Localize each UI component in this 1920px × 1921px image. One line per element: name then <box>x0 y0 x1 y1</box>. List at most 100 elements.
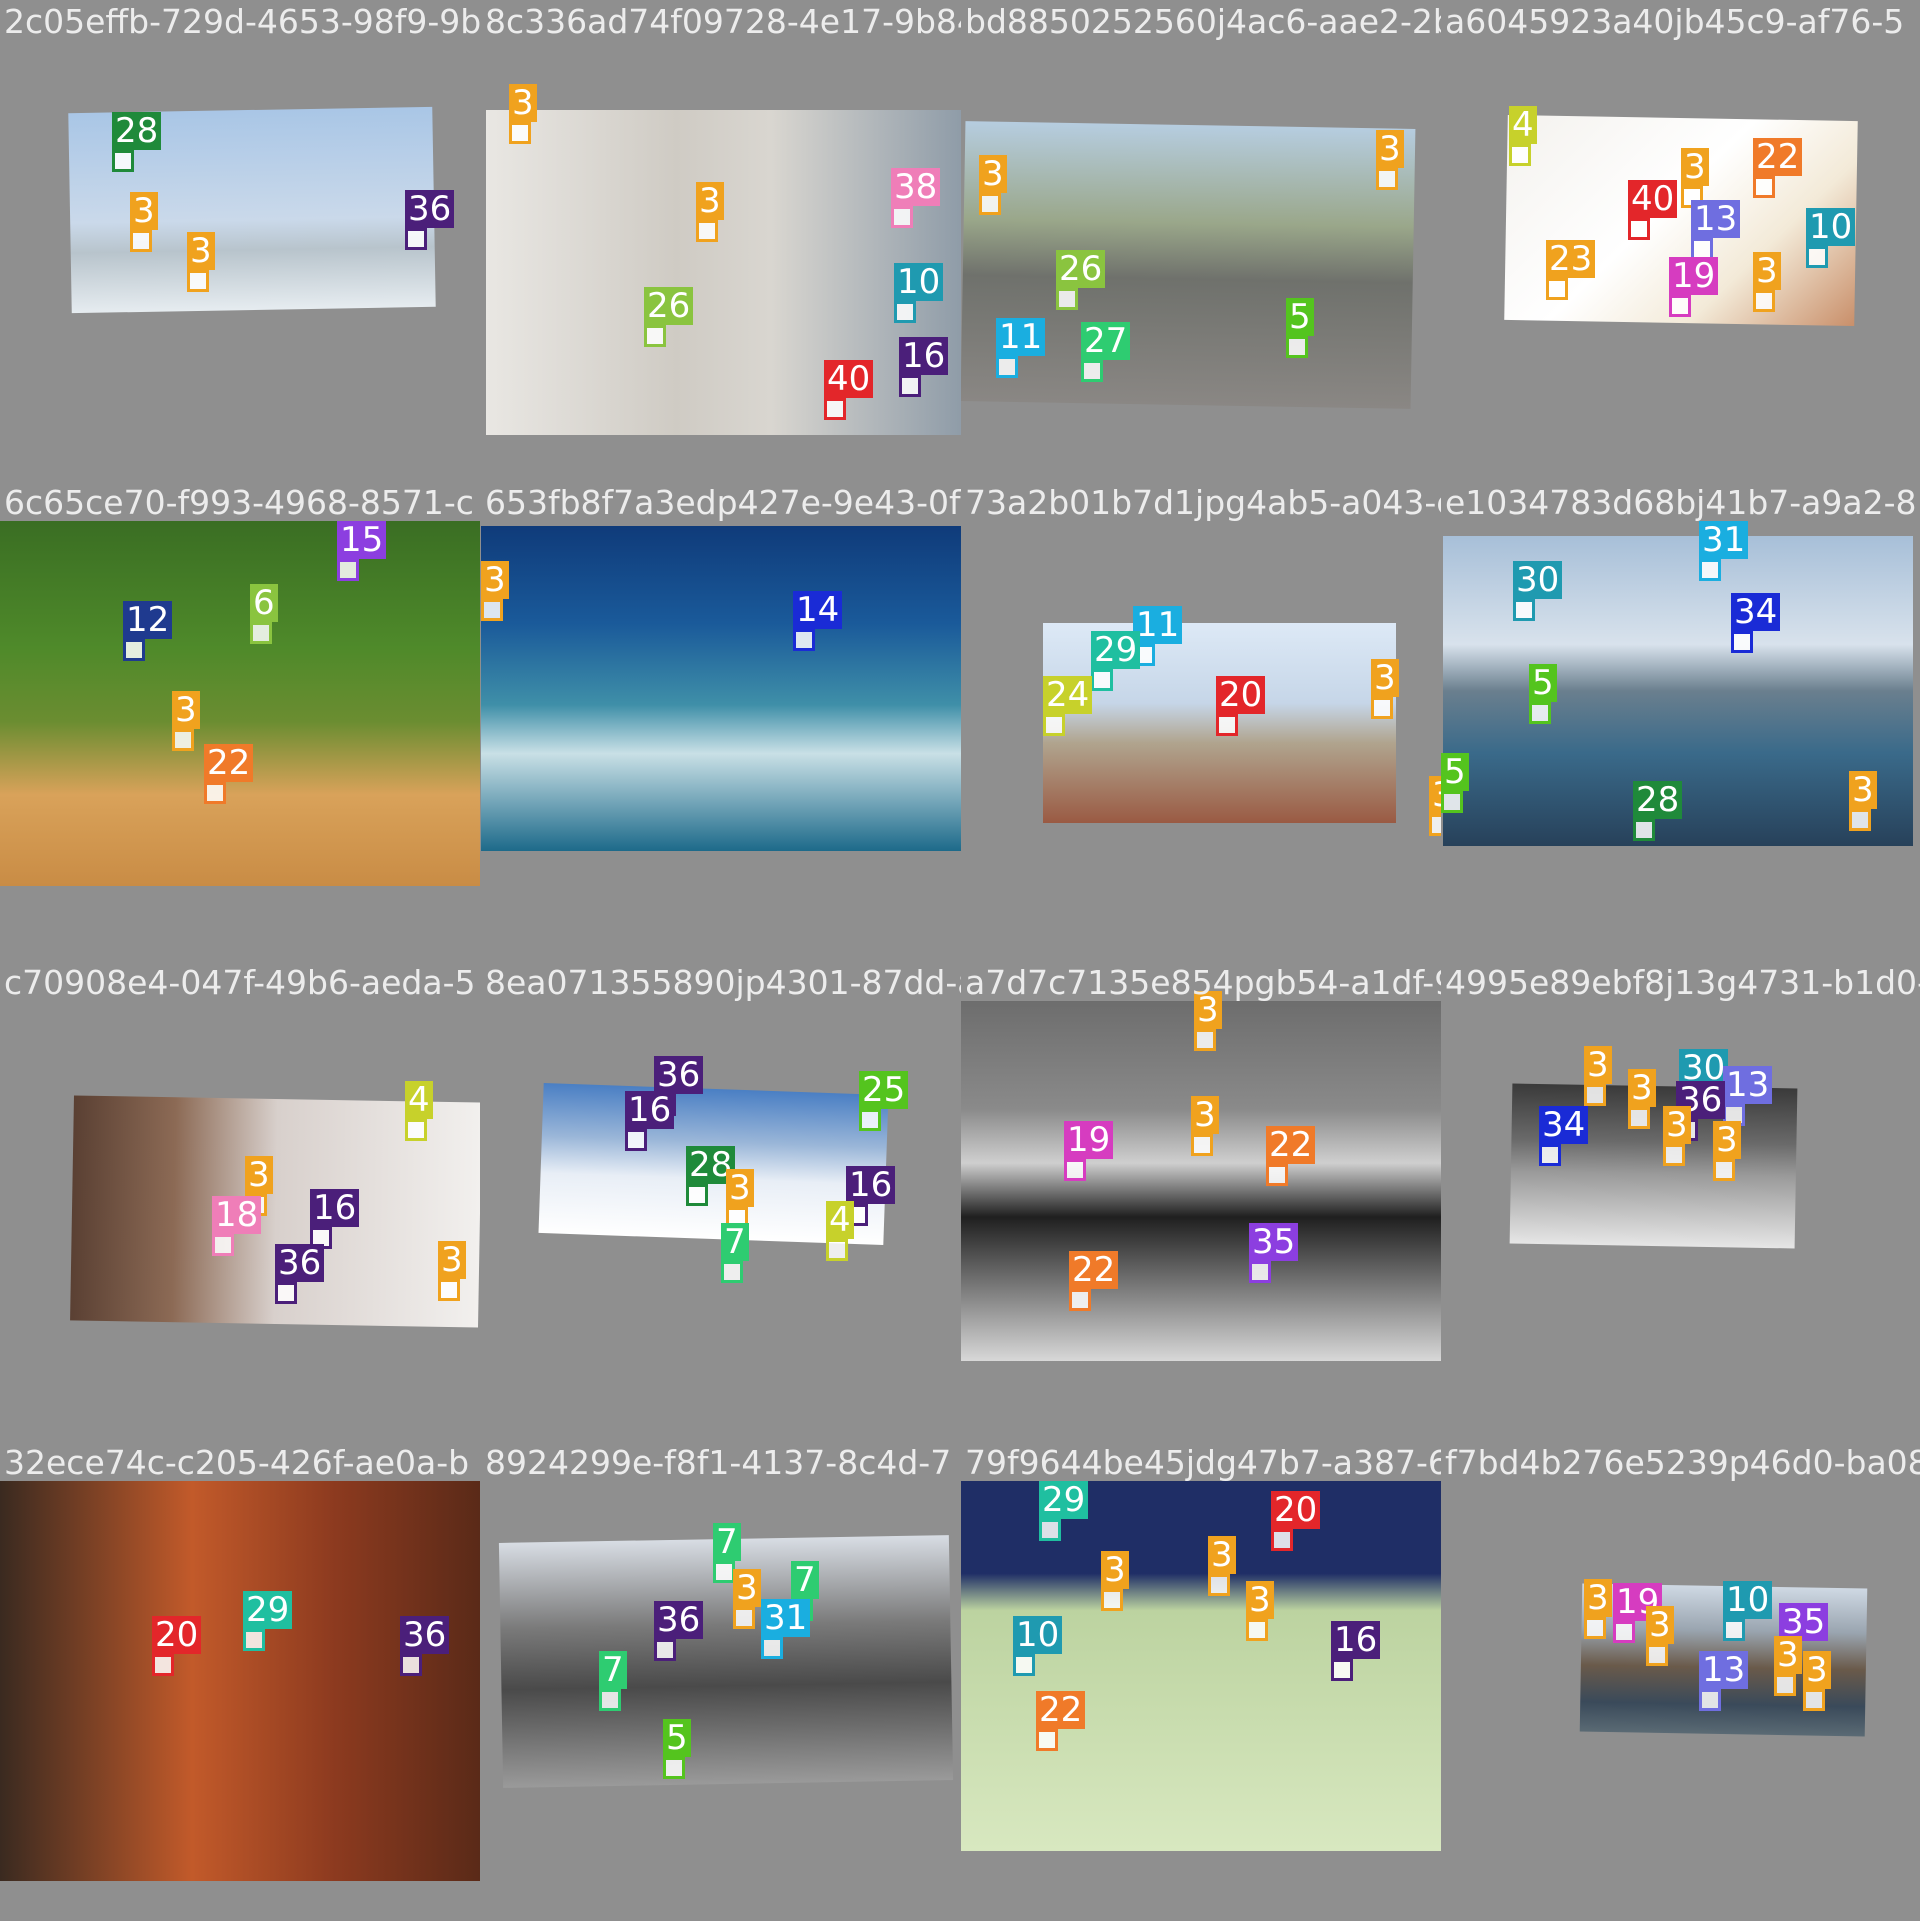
traffic-sign-icon <box>112 150 134 172</box>
class-label: 16 <box>1331 1621 1381 1659</box>
detection-box: 3 <box>1646 1606 1674 1666</box>
detection-box: 34 <box>1731 593 1781 653</box>
image-mosaic: 2c05effb-729d-4653-98f9-9b 28 36 3 3 8c336ad7… <box>0 0 1920 1921</box>
class-label: 5 <box>663 1719 691 1757</box>
detection-box: 25 <box>859 1071 909 1131</box>
image-filename: 32ece74c-c205-426f-ae0a-b <box>4 1443 470 1482</box>
image-filename: a7d7c7135e854pgb54-a1df-9 <box>965 963 1441 1002</box>
traffic-sign-icon <box>1091 669 1113 691</box>
traffic-sign-icon <box>1371 697 1393 719</box>
traffic-sign-icon <box>1208 1574 1230 1596</box>
detection-box: 20 <box>1216 676 1266 736</box>
class-label: 35 <box>1249 1223 1299 1261</box>
traffic-sign-icon <box>1669 295 1691 317</box>
traffic-sign-icon <box>1646 1644 1668 1666</box>
detection-box: 3 <box>696 182 724 242</box>
mosaic-tile: c70908e4-047f-49b6-aeda-5 4 3 16 18 36 3 <box>0 961 480 1441</box>
class-label: 3 <box>1713 1121 1741 1159</box>
class-label: 7 <box>713 1523 741 1561</box>
mosaic-tile: 8924299e-f8f1-4137-8c4d-7 7 7 3 31 36 7 5 <box>481 1441 961 1921</box>
traffic-sign-icon <box>1699 1689 1721 1711</box>
detection-box: 10 <box>894 263 944 323</box>
traffic-sign-icon <box>1191 1134 1213 1156</box>
class-label: 3 <box>1246 1581 1274 1619</box>
traffic-sign-icon <box>1723 1619 1745 1641</box>
detection-box: 16 <box>625 1091 675 1151</box>
mosaic-tile: f7bd4b276e5239p46d0-ba08-6 3 19 10 3 35 3 3 13 <box>1441 1441 1920 1921</box>
detection-box: 31 <box>761 1599 811 1659</box>
class-label: 14 <box>793 591 843 629</box>
traffic-sign-icon <box>721 1261 743 1283</box>
traffic-sign-icon <box>337 559 359 581</box>
detection-box: 3 <box>130 192 158 252</box>
class-label: 18 <box>212 1196 262 1234</box>
class-label: 13 <box>1699 1651 1749 1689</box>
class-label: 29 <box>1039 1481 1089 1519</box>
image-filename: 4995e89ebf8j13g4731-b1d0-0 <box>1445 963 1920 1002</box>
class-label: 4 <box>1509 106 1537 144</box>
traffic-sign-icon <box>250 622 272 644</box>
class-label: 3 <box>130 192 158 230</box>
mosaic-tile: 4995e89ebf8j13g4731-b1d0-0 3 30 13 3 36 34 3 3 <box>1441 961 1920 1441</box>
detection-box: 34 <box>1539 1106 1589 1166</box>
class-label: 3 <box>481 561 509 599</box>
traffic-sign-icon <box>1663 1144 1685 1166</box>
class-label: 36 <box>654 1601 704 1639</box>
traffic-sign-icon <box>1249 1261 1271 1283</box>
detection-box: 35 <box>1249 1223 1299 1283</box>
class-label: 7 <box>721 1223 749 1261</box>
class-label: 3 <box>1101 1551 1129 1589</box>
traffic-sign-icon <box>438 1279 460 1301</box>
traffic-sign-icon <box>1266 1164 1288 1186</box>
traffic-sign-icon <box>275 1282 297 1304</box>
photo <box>961 1001 1441 1361</box>
image-filename: 653fb8f7a3edp427e-9e43-0f <box>485 483 961 522</box>
class-label: 27 <box>1081 322 1131 360</box>
class-label: 29 <box>243 1591 293 1629</box>
mosaic-tile: 653fb8f7a3edp427e-9e43-0f 3 14 <box>481 481 961 961</box>
class-label: 7 <box>791 1561 819 1599</box>
detection-box: 10 <box>1723 1581 1773 1641</box>
image-filename: 79f9644be45jdg47b7-a387-6 <box>965 1443 1441 1482</box>
detection-box: 16 <box>310 1189 360 1249</box>
detection-box: 22 <box>1036 1691 1086 1751</box>
class-label: 22 <box>204 744 254 782</box>
detection-box: 3 <box>1376 130 1404 190</box>
class-label: 31 <box>761 1599 811 1637</box>
traffic-sign-icon <box>1774 1674 1796 1696</box>
class-label: 26 <box>1056 250 1106 288</box>
traffic-sign-icon <box>187 270 209 292</box>
traffic-sign-icon <box>1043 714 1065 736</box>
detection-box: 15 <box>337 521 387 581</box>
traffic-sign-icon <box>713 1561 735 1583</box>
class-label: 36 <box>275 1244 325 1282</box>
detection-box: 3 <box>733 1569 761 1629</box>
class-label: 36 <box>400 1616 450 1654</box>
photo <box>0 521 480 886</box>
class-label: 19 <box>1669 257 1719 295</box>
class-label: 20 <box>1216 676 1266 714</box>
traffic-sign-icon <box>1286 336 1308 358</box>
detection-box: 16 <box>899 337 949 397</box>
class-label: 3 <box>1663 1106 1691 1144</box>
traffic-sign-icon <box>826 1239 848 1261</box>
class-label: 26 <box>644 287 694 325</box>
traffic-sign-icon <box>686 1184 708 1206</box>
detection-box: 3 <box>1849 771 1877 831</box>
detection-box: 22 <box>1753 138 1803 198</box>
traffic-sign-icon <box>1331 1659 1353 1681</box>
class-label: 11 <box>1133 606 1183 644</box>
detection-box: 28 <box>112 112 162 172</box>
class-label: 3 <box>438 1241 466 1279</box>
detection-box: 4 <box>1509 106 1537 166</box>
image-filename: bd8850252560j4ac6-aae2-2b <box>965 2 1441 41</box>
detection-box: 3 <box>1246 1581 1274 1641</box>
detection-box: 14 <box>793 591 843 651</box>
image-filename: c70908e4-047f-49b6-aeda-5 <box>4 963 476 1002</box>
class-label: 24 <box>1043 676 1093 714</box>
class-label: 3 <box>1208 1536 1236 1574</box>
class-label: 34 <box>1731 593 1781 631</box>
mosaic-tile: e1034783d68bj41b7-a9a2-8 31 30 34 5 5 28 3 <box>1441 481 1920 961</box>
detection-box: 3 <box>1663 1106 1691 1166</box>
detection-box: 3 <box>1101 1551 1129 1611</box>
